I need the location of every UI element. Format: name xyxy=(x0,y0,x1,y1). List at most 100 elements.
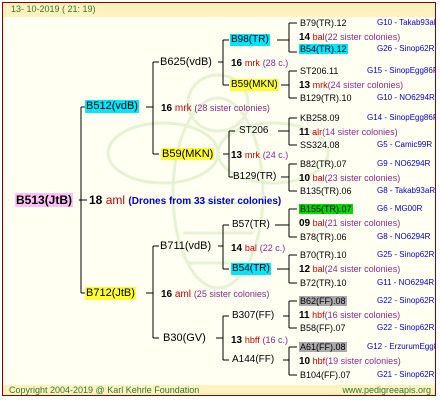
gen4-queen-row[interactable]: A61(FF).08 G12 - ErzurumEgg8 xyxy=(299,341,435,353)
queen-st206-breeder: mrk xyxy=(244,150,260,160)
gen4-note: (23 sister colonies) xyxy=(324,173,401,183)
queen-b712[interactable]: B712(JtB) xyxy=(85,287,136,300)
queen-b59mkn[interactable]: B59(MKN) xyxy=(161,148,215,160)
gen4-info-row: 11 alr(14 sister colonies) xyxy=(299,126,398,139)
gen4-count: 12 xyxy=(299,264,311,275)
gen4-queen-name: B104(FF).07 xyxy=(300,370,351,380)
queen-b512-count: 16 xyxy=(161,103,173,114)
gen4-queen-ref: G22 - Sinop62R xyxy=(377,323,435,332)
gen4-queen-row[interactable]: B82(TR).07 G9 - NO6294R xyxy=(299,158,430,170)
pedigree-frame: 13- 10-2019 ( 21: 19) B513(JtB) 18 aml (… xyxy=(2,2,436,396)
gen4-queen-ref: G15 - SinopEgg86R xyxy=(367,66,436,75)
queen-b59mkn-gen3[interactable]: B59(MKN) xyxy=(230,79,279,91)
queen-b30[interactable]: B30(GV) xyxy=(163,332,206,344)
queen-b712-info: 16 aml (25 sister colonies) xyxy=(161,288,269,301)
gen4-queen-row[interactable]: B72(TR).10 G11 - NO6294R xyxy=(299,277,434,289)
queen-b98-count: 16 xyxy=(231,58,243,69)
gen4-queen-name: B58(FF).07 xyxy=(300,323,346,333)
queen-b712-note: (25 sister colonies) xyxy=(193,289,270,299)
queen-b57-note: (22 c.) xyxy=(259,243,286,253)
gen4-queen-row[interactable]: B58(FF).07 G22 - Sinop62R xyxy=(299,322,434,334)
gen4-count: 10 xyxy=(299,356,311,367)
gen4-queen-row[interactable]: B155(TR).07 G6 - MG00R xyxy=(299,203,422,215)
queen-b711[interactable]: B711(vdB) xyxy=(160,240,211,252)
gen4-breeder: alr xyxy=(312,127,323,137)
gen4-queen-ref: G26 - Sinop62R xyxy=(377,44,435,53)
gen4-queen-ref: G22 - Sinop62R xyxy=(377,296,435,305)
gen4-queen-row[interactable]: B78(TR).06 G8 - NO6294R xyxy=(299,231,430,243)
queen-b307-info: 13 hbff (16 c.) xyxy=(231,334,288,347)
gen4-queen-name: A61(FF).08 xyxy=(299,342,347,352)
gen4-queen-name: B82(TR).07 xyxy=(300,159,347,169)
gen4-queen-name: B72(TR).10 xyxy=(300,278,347,288)
gen4-queen-row[interactable]: B135(TR).06 G8 - Takab93aR xyxy=(299,185,435,197)
queen-b307[interactable]: B307(FF) xyxy=(232,310,274,322)
gen4-count: 09 xyxy=(299,218,311,229)
gen4-queen-row[interactable]: ST206.11 G15 - SinopEgg86R xyxy=(299,65,435,77)
gen4-queen-name: B70(TR).10 xyxy=(300,250,347,260)
gen4-breeder: bal xyxy=(312,32,325,42)
queen-st206-note: (24 c.) xyxy=(262,150,289,160)
queen-b98[interactable]: B98(TR) xyxy=(230,34,270,46)
gen4-count: 13 xyxy=(299,80,311,91)
gen4-queen-row[interactable]: B79(TR).12 G10 - Takab93aR xyxy=(299,17,435,29)
gen4-queen-ref: G14 - SinopEgg86R xyxy=(367,113,436,122)
gen4-queen-ref: G10 - NO6294R xyxy=(377,93,435,102)
gen4-breeder: bal xyxy=(312,173,325,183)
gen4-queen-ref: G25 - Sinop62R xyxy=(377,250,435,259)
gen4-queen-name: B79(TR).12 xyxy=(300,18,347,28)
root-info: 18 aml (Drones from 33 sister colonies) xyxy=(89,193,281,209)
gen4-queen-row[interactable]: B70(TR).10 G25 - Sinop62R xyxy=(299,249,434,261)
gen4-breeder: hbf xyxy=(312,310,325,320)
gen4-queen-ref: G9 - NO6294R xyxy=(377,159,431,168)
queen-b57-breeder: bal xyxy=(244,243,257,253)
queen-a144[interactable]: A144(FF) xyxy=(232,354,274,366)
queen-st206-info: 13 mrk (24 c.) xyxy=(231,149,288,162)
gen4-count: 11 xyxy=(299,127,310,138)
gen4-info-row: 13 mrk(24 sister colonies) xyxy=(299,79,403,92)
gen4-queen-ref: G11 - NO6294R xyxy=(377,278,435,287)
gen4-queen-name: B129(TR).10 xyxy=(300,93,352,103)
queen-b712-count: 16 xyxy=(161,289,173,300)
gen4-note: (24 sister colonies) xyxy=(324,264,401,274)
gen4-queen-name: B155(TR).07 xyxy=(299,204,353,214)
root-breeder: aml xyxy=(105,193,126,207)
queen-b57[interactable]: B57(TR) xyxy=(232,219,270,231)
queen-b512[interactable]: B512(vdB) xyxy=(85,100,139,113)
queen-b54[interactable]: B54(TR) xyxy=(231,263,271,275)
queen-b57-info: 14 bal (22 c.) xyxy=(231,242,285,255)
gen4-queen-name: KB258.09 xyxy=(300,113,340,123)
queen-b98-breeder: mrk xyxy=(244,58,260,68)
gen4-queen-row[interactable]: KB258.09 G14 - SinopEgg86R xyxy=(299,112,435,124)
gen4-queen-name: ST206.11 xyxy=(300,66,339,76)
queen-b625[interactable]: B625(vdB) xyxy=(160,56,212,68)
queen-b98-note: (28 c.) xyxy=(262,58,289,68)
queen-b129[interactable]: B129(TR) xyxy=(233,171,276,183)
copyright-text: Copyright 2004-2019 @ Karl Kehrle Founda… xyxy=(9,385,200,395)
queen-b98-info: 16 mrk (28 c.) xyxy=(231,57,288,70)
gen4-queen-row[interactable]: B62(FF).08 G22 - Sinop62R xyxy=(299,295,434,307)
gen4-note: (21 sister colonies) xyxy=(324,218,401,228)
gen4-note: (14 sister colonies) xyxy=(322,127,398,137)
gen4-note: (16 sister colonies) xyxy=(324,310,401,320)
gen4-count: 14 xyxy=(299,32,311,43)
gen4-queen-ref: G12 - ErzurumEgg8 xyxy=(367,342,436,351)
gen4-info-row: 11 hbf(16 sister colonies) xyxy=(299,309,400,322)
queen-b512-note: (28 sister colonies) xyxy=(194,103,270,113)
gen4-note: (22 sister colonies) xyxy=(324,32,401,42)
gen4-queen-name: B62(FF).08 xyxy=(299,296,347,306)
queen-b512-info: 16 mrk (28 sister colonies) xyxy=(161,102,270,115)
gen4-queen-row[interactable]: B104(FF).07 G21 - Sinop62R xyxy=(299,369,434,381)
root-queen[interactable]: B513(JtB) xyxy=(15,193,74,207)
queen-st206[interactable]: ST206 xyxy=(239,125,268,137)
gen4-queen-ref: G6 - MG00R xyxy=(377,204,423,213)
gen4-queen-row[interactable]: B129(TR).10 G10 - NO6294R xyxy=(299,92,435,104)
gen4-queen-row[interactable]: SS324.08 G5 - Camic99R xyxy=(299,139,432,151)
gen4-queen-row[interactable]: B54(TR).12 G26 - Sinop62R xyxy=(299,43,434,55)
gen4-queen-ref: G10 - Takab93aR xyxy=(377,18,436,27)
gen4-breeder: bal xyxy=(312,218,325,228)
queen-b307-breeder: hbff xyxy=(244,335,260,345)
gen4-queen-name: SS324.08 xyxy=(300,140,340,150)
website-link[interactable]: www.pedigreeapis.org xyxy=(342,385,431,395)
queen-b307-count: 13 xyxy=(231,335,243,346)
